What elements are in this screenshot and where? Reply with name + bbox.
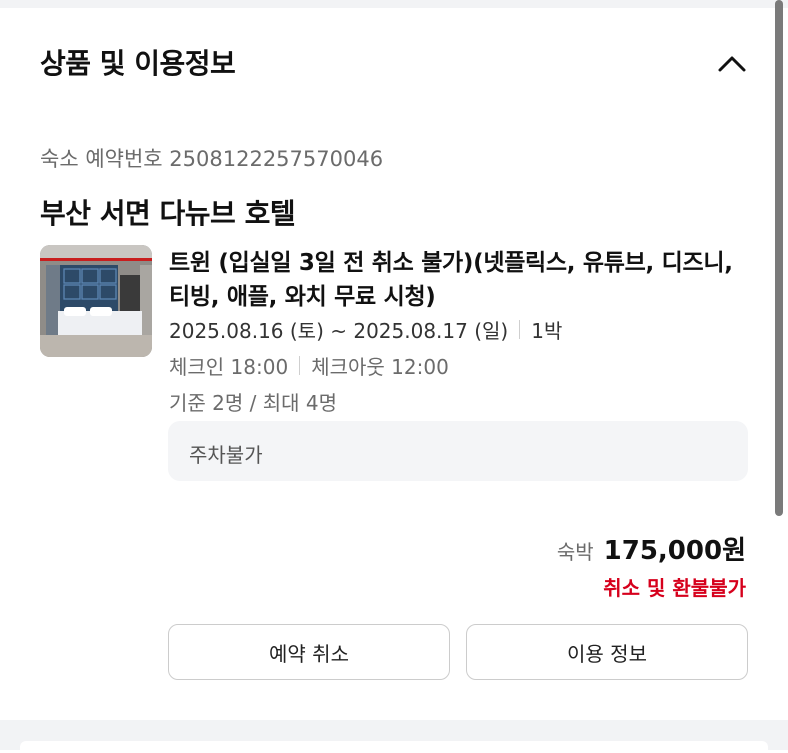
price-row: 숙박 175,000원	[557, 530, 746, 567]
hotel-name: 부산 서면 다뉴브 호텔	[40, 197, 296, 230]
usage-info-button[interactable]: 이용 정보	[466, 624, 748, 680]
divider	[299, 356, 301, 375]
collapse-button[interactable]	[712, 44, 752, 84]
stay-dates: 2025.08.16 (토) ~ 2025.08.17 (일)	[169, 319, 509, 343]
checkin-time: 체크인 18:00	[169, 355, 289, 379]
reservation-label: 숙소 예약번호	[40, 147, 163, 171]
reservation-value: 2508122257570046	[169, 147, 384, 171]
nights-count: 1박	[531, 319, 563, 343]
room-photo	[40, 245, 152, 357]
divider	[519, 320, 521, 339]
stay-dates-row: 2025.08.16 (토) ~ 2025.08.17 (일) 1박	[169, 315, 562, 344]
room-name: 트윈 (입실일 3일 전 취소 불가)(넷플릭스, 유튜브, 디즈니, 티빙, …	[169, 250, 733, 310]
chevron-up-icon	[718, 56, 746, 72]
parking-notice-text: 주차불가	[189, 443, 263, 467]
price-amount: 175,000원	[603, 536, 746, 566]
reservation-number: 숙소 예약번호 2508122257570046	[40, 143, 383, 173]
checkout-time: 체크아웃 12:00	[311, 355, 449, 379]
occupancy: 기준 2명 / 최대 4명	[169, 391, 338, 415]
section-title: 상품 및 이용정보	[40, 47, 236, 80]
refund-policy: 취소 및 환불불가	[603, 576, 746, 600]
scrollbar[interactable]	[775, 0, 783, 516]
cancel-reservation-button[interactable]: 예약 취소	[168, 624, 450, 680]
price-label: 숙박	[556, 540, 594, 564]
check-times-row: 체크인 18:00 체크아웃 12:00	[169, 351, 449, 380]
top-divider	[0, 0, 788, 8]
parking-notice: 주차불가	[168, 421, 748, 481]
next-section-card	[20, 741, 768, 753]
